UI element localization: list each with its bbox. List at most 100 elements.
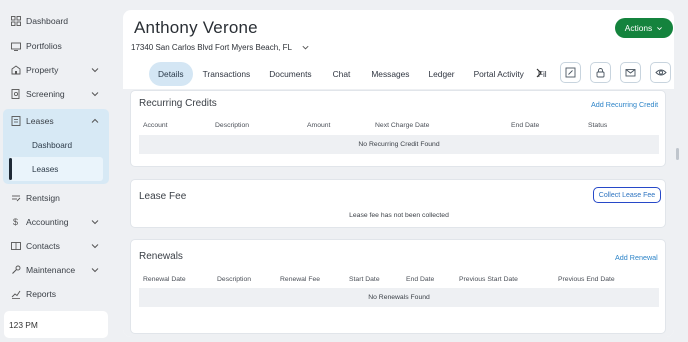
dashboard-grid-icon: [10, 16, 21, 27]
tab-transactions[interactable]: Transactions: [194, 62, 260, 86]
tab-label: Transactions: [202, 68, 251, 79]
empty-state-row: No Renewals Found: [139, 288, 659, 307]
mail-button[interactable]: [620, 62, 641, 83]
sidebar-item-property[interactable]: Property: [0, 58, 108, 82]
subitem-label: Leases: [32, 164, 59, 174]
column-header: Status: [588, 122, 608, 129]
renewals-card: Renewals Add Renewal Renewal Date Descri…: [130, 239, 666, 334]
view-button[interactable]: [650, 62, 671, 83]
wrench-icon: [10, 265, 21, 276]
sidebar: Dashboard Portfolios Property Screening …: [0, 0, 115, 342]
tab-label: Details: [158, 68, 184, 79]
sidebar-item-label: Dashboard: [26, 16, 69, 26]
time-text: 123 PM: [9, 319, 38, 330]
card-title: Recurring Credits: [139, 98, 217, 109]
details-content: Recurring Credits Add Recurring Credit A…: [123, 89, 674, 337]
table-header: Renewal Date Description Renewal Fee Sta…: [139, 274, 659, 287]
card-title: Lease Fee: [139, 191, 187, 202]
sidebar-item-label: Reports: [26, 289, 57, 299]
tab-label: Documents: [269, 68, 312, 79]
sidebar-item-maintenance[interactable]: Maintenance: [0, 258, 108, 282]
sidebar-item-portfolios[interactable]: Portfolios: [0, 34, 108, 58]
chevron-down-icon: [91, 244, 99, 249]
tab-ledger[interactable]: Ledger: [419, 62, 463, 86]
sidebar-item-screening[interactable]: Screening: [0, 82, 108, 106]
chevron-up-icon: [91, 118, 99, 123]
tab-portal-activity[interactable]: Portal Activity: [465, 62, 533, 86]
sidebar-item-label: Leases: [26, 116, 54, 126]
dollar-icon: $: [12, 217, 18, 227]
address-selector[interactable]: 17340 San Carlos Blvd Fort Myers Beach, …: [131, 43, 310, 52]
add-renewal-link[interactable]: Add Renewal: [615, 253, 658, 262]
portfolio-icon: [10, 41, 21, 52]
actions-button[interactable]: Actions: [615, 18, 673, 38]
edit-note-button[interactable]: [560, 62, 581, 83]
sidebar-item-reports[interactable]: Reports: [0, 282, 108, 306]
tab-label: Chat: [332, 68, 351, 79]
chevron-down-icon: [657, 26, 663, 30]
tab-label: Messages: [371, 68, 410, 79]
subitem-label: Dashboard: [32, 140, 73, 150]
sidebar-item-label: Portfolios: [26, 41, 62, 51]
empty-state-row: No Recurring Credit Found: [139, 135, 659, 154]
chevron-right-icon[interactable]: [534, 67, 544, 79]
lock-icon: [596, 68, 605, 78]
sidebar-item-rentsign[interactable]: Rentsign: [0, 186, 108, 210]
sidebar-item-label: Screening: [26, 89, 65, 99]
sidebar-item-label: Maintenance: [26, 265, 76, 275]
sidebar-item-label: Accounting: [26, 217, 69, 227]
scrollbar-thumb[interactable]: [676, 148, 679, 160]
property-icon: [10, 65, 21, 76]
column-header: Description: [215, 122, 249, 129]
tab-documents[interactable]: Documents: [260, 62, 320, 86]
tab-label: Portal Activity: [473, 68, 524, 79]
button-label: Collect Lease Fee: [598, 191, 656, 199]
rentsign-icon: [10, 193, 21, 204]
lock-button[interactable]: [590, 62, 611, 83]
chevron-down-icon: [91, 268, 99, 273]
tab-chat[interactable]: Chat: [322, 62, 362, 86]
column-header: End Date: [406, 276, 435, 283]
chevron-down-icon: [91, 92, 99, 97]
table-header: Account Description Amount Next Charge D…: [139, 120, 659, 133]
actions-label: Actions: [624, 23, 653, 33]
chevron-down-icon: [302, 45, 309, 50]
tab-label: Ledger: [428, 68, 455, 79]
edit-note-icon: [565, 67, 576, 78]
main-panel: Anthony Verone 17340 San Carlos Blvd For…: [123, 10, 674, 337]
column-header: End Date: [511, 122, 540, 129]
add-recurring-credit-link[interactable]: Add Recurring Credit: [591, 100, 658, 109]
mail-icon: [625, 69, 636, 77]
column-header: Start Date: [349, 276, 380, 283]
sidebar-item-dashboard[interactable]: Dashboard: [0, 9, 108, 33]
column-header: Next Charge Date: [375, 122, 430, 129]
column-header: Renewal Date: [143, 276, 186, 283]
chevron-down-icon: [91, 68, 99, 73]
lease-document-icon: [10, 116, 21, 127]
chevron-down-icon: [91, 220, 99, 225]
column-header: Previous End Date: [558, 276, 615, 283]
sidebar-subitem-leases[interactable]: Leases: [9, 157, 103, 181]
card-title: Renewals: [139, 251, 183, 262]
time-display: 123 PM: [4, 311, 108, 338]
column-header: Description: [217, 276, 251, 283]
eye-icon: [654, 69, 667, 76]
tab-messages[interactable]: Messages: [362, 62, 418, 86]
sidebar-item-label: Contacts: [26, 241, 60, 251]
contact-name: Anthony Verone: [134, 18, 258, 37]
sidebar-item-label: Rentsign: [26, 193, 60, 203]
sidebar-subitem-dashboard[interactable]: Dashboard: [9, 133, 103, 157]
lease-fee-status: Lease fee has not been collected: [349, 212, 449, 219]
sidebar-item-accounting[interactable]: $ Accounting: [0, 210, 108, 234]
tab-details[interactable]: Details: [149, 61, 193, 86]
column-header: Amount: [307, 122, 331, 129]
reports-chart-icon: [10, 289, 21, 300]
screening-icon: [10, 89, 21, 100]
sidebar-item-leases[interactable]: Leases: [0, 109, 108, 133]
sidebar-item-label: Property: [26, 65, 59, 75]
column-header: Account: [143, 122, 168, 129]
tab-bar: Details Transactions Documents Chat Mess…: [149, 61, 552, 86]
collect-lease-fee-button[interactable]: Collect Lease Fee: [593, 187, 661, 203]
column-header: Renewal Fee: [280, 276, 321, 283]
sidebar-item-contacts[interactable]: Contacts: [0, 234, 108, 258]
